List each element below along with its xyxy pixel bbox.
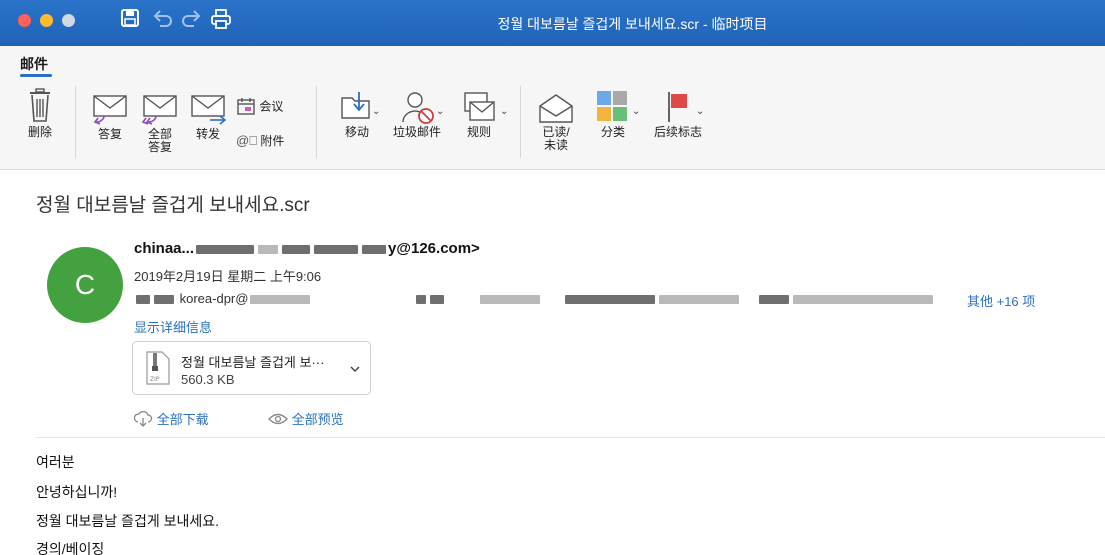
reply-icon [93, 95, 127, 125]
header-divider [36, 437, 1105, 438]
body-line: 여러분 [36, 454, 75, 470]
open-envelope-icon [539, 94, 573, 123]
zip-file-icon: ZIP [145, 350, 171, 391]
redaction [416, 295, 427, 305]
read-unread-button[interactable]: 已读/ 未读 [530, 92, 582, 152]
sender-address[interactable]: chinaa... y@126.com> [134, 240, 480, 257]
redaction [282, 244, 311, 254]
more-recipients-link[interactable]: 其他 +16 项 [967, 291, 1035, 310]
ribbon-separator [75, 86, 76, 158]
paperclip-icon: @⎕ [236, 132, 257, 148]
redaction [196, 244, 255, 254]
recipient-list[interactable]: korea-dpr@ [134, 291, 954, 306]
ribbon-separator [520, 86, 521, 158]
tab-mail[interactable]: 邮件 [20, 54, 48, 74]
chevron-down-icon[interactable]: ⌄ [632, 106, 640, 117]
rules-icon [464, 92, 495, 121]
delete-button[interactable]: 删除 [22, 88, 58, 139]
message-subject: 정월 대보름날 즐겁게 보내세요.scr [36, 195, 310, 216]
title-bar: 정월 대보름날 즐겁게 보내세요.scr - 临时项目 [0, 0, 1105, 46]
avatar: C [47, 247, 123, 323]
redaction [258, 244, 279, 254]
trash-icon [30, 88, 50, 122]
body-line: 안녕하십니까! [36, 484, 118, 500]
reply-all-icon [141, 95, 177, 125]
redaction [565, 295, 656, 305]
chevron-down-icon[interactable]: ⌄ [696, 106, 704, 117]
redaction [154, 295, 174, 305]
cloud-download-icon [133, 410, 153, 427]
chevron-down-icon[interactable]: ⌄ [372, 106, 380, 117]
redaction [479, 295, 540, 305]
body-line: 정월 대보름날 즐겁게 보내세요. [36, 513, 219, 529]
preview-all-link[interactable]: 全部预览 [268, 409, 344, 428]
redaction [136, 295, 150, 305]
reply-all-button[interactable]: 全部 答复 [138, 94, 182, 154]
show-details-link[interactable]: 显示详细信息 [134, 317, 212, 336]
rules-button[interactable]: 规则 [452, 90, 506, 139]
redaction [362, 244, 387, 254]
ribbon: 邮件 删除 答复 全部 答复 转发 会议 @⎕ 附件 移动 ⌄ 垃圾邮件 ⌄ 规… [0, 46, 1105, 170]
categorize-button[interactable]: 分类 [588, 90, 638, 139]
download-all-link[interactable]: 全部下载 [133, 409, 209, 428]
attachment-card[interactable]: ZIP 정월 대보름날 즐겁게 보··· 560.3 KB [132, 341, 371, 395]
forward-icon [191, 95, 227, 125]
eye-icon [268, 411, 288, 426]
calendar-icon [237, 98, 255, 115]
ribbon-separator [316, 86, 317, 158]
reply-button[interactable]: 答复 [88, 94, 132, 141]
attachment-button[interactable]: @⎕ 附件 [236, 132, 298, 149]
forward-button[interactable]: 转发 [186, 94, 230, 141]
svg-text:ZIP: ZIP [150, 376, 160, 383]
redaction [659, 295, 740, 305]
junk-person-icon [402, 92, 434, 124]
redaction [792, 295, 933, 305]
redaction [758, 295, 789, 305]
flag-icon [668, 92, 687, 122]
chevron-down-icon[interactable]: ⌄ [436, 106, 444, 117]
sent-date: 2019年2月19日 星期二 上午9:06 [134, 269, 322, 284]
redaction [430, 295, 445, 305]
move-folder-icon [341, 92, 370, 119]
attachment-size: 560.3 KB [181, 372, 235, 387]
redaction [250, 295, 311, 305]
attachment-name: 정월 대보름날 즐겁게 보··· [181, 355, 325, 370]
chevron-down-icon[interactable] [350, 360, 360, 378]
meeting-button[interactable]: 会议 [236, 96, 298, 116]
active-tab-indicator [20, 74, 52, 77]
chevron-down-icon[interactable]: ⌄ [500, 106, 508, 117]
redaction [314, 244, 359, 254]
window-title: 정월 대보름날 즐겁게 보내세요.scr - 临时项目 [497, 16, 768, 32]
body-line: 경의/베이징 [36, 541, 105, 555]
categorize-grid-icon [597, 91, 627, 121]
